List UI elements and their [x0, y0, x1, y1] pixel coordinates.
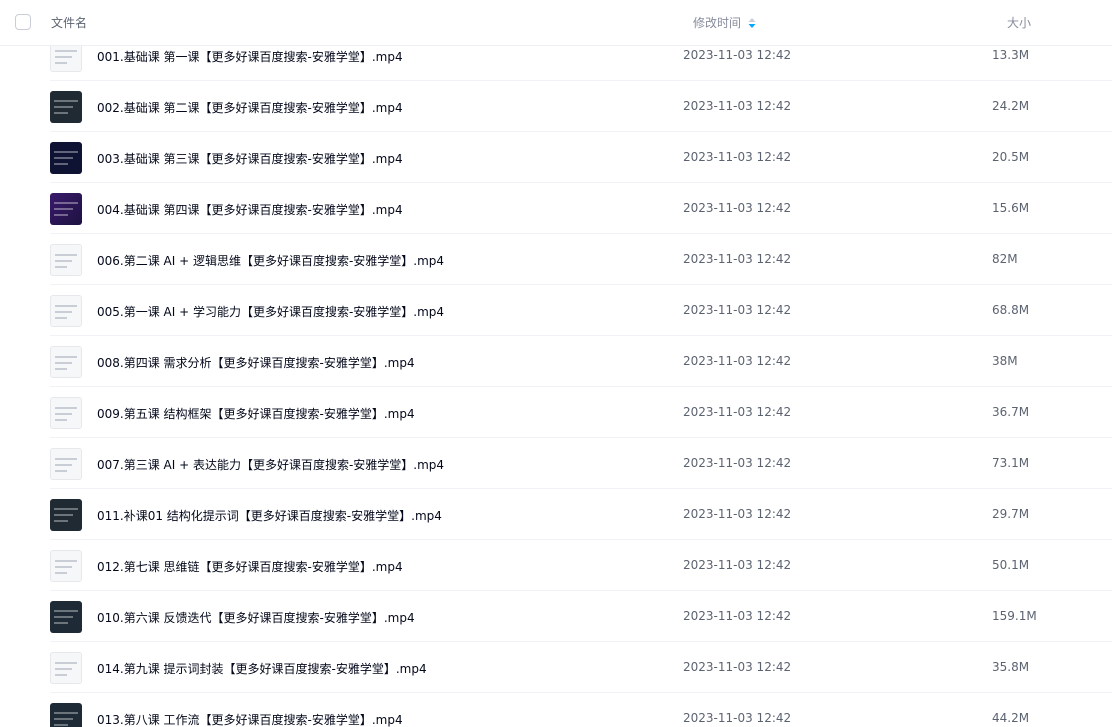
file-size: 29.7M	[992, 507, 1030, 521]
file-modified-time: 2023-11-03 12:42	[683, 252, 792, 266]
file-name[interactable]: 003.基础课 第三课【更多好课百度搜索-安雅学堂】.mp4	[97, 150, 403, 167]
video-thumbnail	[50, 244, 82, 276]
file-size: 20.5M	[992, 150, 1030, 164]
file-size: 36.7M	[992, 405, 1030, 419]
file-modified-time: 2023-11-03 12:42	[683, 660, 792, 674]
file-modified-time: 2023-11-03 12:42	[683, 711, 792, 725]
file-row[interactable]: 012.第七课 思维链【更多好课百度搜索-安雅学堂】.mp4 2023-11-03…	[0, 540, 1112, 591]
file-row[interactable]: 002.基础课 第二课【更多好课百度搜索-安雅学堂】.mp4 2023-11-03…	[0, 81, 1112, 132]
file-size: 82M	[992, 252, 1018, 266]
column-header-time[interactable]: 修改时间	[693, 14, 756, 31]
file-modified-time: 2023-11-03 12:42	[683, 354, 792, 368]
video-thumbnail	[50, 652, 82, 684]
file-name[interactable]: 012.第七课 思维链【更多好课百度搜索-安雅学堂】.mp4	[97, 558, 403, 575]
file-name[interactable]: 014.第九课 提示词封装【更多好课百度搜索-安雅学堂】.mp4	[97, 660, 427, 677]
video-thumbnail	[50, 550, 82, 582]
file-size: 44.2M	[992, 711, 1030, 725]
file-size: 15.6M	[992, 201, 1030, 215]
video-thumbnail	[50, 499, 82, 531]
file-size: 35.8M	[992, 660, 1030, 674]
video-thumbnail	[50, 91, 82, 123]
file-name[interactable]: 005.第一课 AI + 学习能力【更多好课百度搜索-安雅学堂】.mp4	[97, 303, 444, 320]
file-modified-time: 2023-11-03 12:42	[683, 201, 792, 215]
file-name[interactable]: 002.基础课 第二课【更多好课百度搜索-安雅学堂】.mp4	[97, 99, 403, 116]
video-thumbnail	[50, 193, 82, 225]
video-thumbnail	[50, 295, 82, 327]
file-row[interactable]: 005.第一课 AI + 学习能力【更多好课百度搜索-安雅学堂】.mp4 2023…	[0, 285, 1112, 336]
file-row[interactable]: 013.第八课 工作流【更多好课百度搜索-安雅学堂】.mp4 2023-11-03…	[0, 693, 1112, 727]
file-size: 24.2M	[992, 99, 1030, 113]
file-name[interactable]: 013.第八课 工作流【更多好课百度搜索-安雅学堂】.mp4	[97, 711, 403, 727]
file-name[interactable]: 009.第五课 结构框架【更多好课百度搜索-安雅学堂】.mp4	[97, 405, 415, 422]
select-all-checkbox[interactable]	[15, 14, 31, 30]
file-size: 159.1M	[992, 609, 1037, 623]
video-thumbnail	[50, 142, 82, 174]
video-thumbnail	[50, 703, 82, 727]
video-thumbnail	[50, 346, 82, 378]
file-name[interactable]: 008.第四课 需求分析【更多好课百度搜索-安雅学堂】.mp4	[97, 354, 415, 371]
file-name[interactable]: 006.第二课 AI + 逻辑思维【更多好课百度搜索-安雅学堂】.mp4	[97, 252, 444, 269]
file-modified-time: 2023-11-03 12:42	[683, 456, 792, 470]
file-row[interactable]: 006.第二课 AI + 逻辑思维【更多好课百度搜索-安雅学堂】.mp4 2023…	[0, 234, 1112, 285]
file-modified-time: 2023-11-03 12:42	[683, 99, 792, 113]
file-size: 68.8M	[992, 303, 1030, 317]
file-name[interactable]: 004.基础课 第四课【更多好课百度搜索-安雅学堂】.mp4	[97, 201, 403, 218]
video-thumbnail	[50, 448, 82, 480]
file-modified-time: 2023-11-03 12:42	[683, 303, 792, 317]
file-row[interactable]: 010.第六课 反馈迭代【更多好课百度搜索-安雅学堂】.mp4 2023-11-0…	[0, 591, 1112, 642]
file-list-header: 文件名 修改时间 大小	[0, 0, 1112, 46]
file-name[interactable]: 010.第六课 反馈迭代【更多好课百度搜索-安雅学堂】.mp4	[97, 609, 415, 626]
file-modified-time: 2023-11-03 12:42	[683, 150, 792, 164]
file-name[interactable]: 001.基础课 第一课【更多好课百度搜索-安雅学堂】.mp4	[97, 48, 403, 65]
file-modified-time: 2023-11-03 12:42	[683, 507, 792, 521]
file-row[interactable]: 014.第九课 提示词封装【更多好课百度搜索-安雅学堂】.mp4 2023-11-…	[0, 642, 1112, 693]
file-modified-time: 2023-11-03 12:42	[683, 609, 792, 623]
file-name[interactable]: 011.补课01 结构化提示词【更多好课百度搜索-安雅学堂】.mp4	[97, 507, 442, 524]
file-row[interactable]: 009.第五课 结构框架【更多好课百度搜索-安雅学堂】.mp4 2023-11-0…	[0, 387, 1112, 438]
column-header-name[interactable]: 文件名	[51, 14, 87, 31]
column-header-time-label: 修改时间	[693, 16, 742, 30]
file-modified-time: 2023-11-03 12:42	[683, 48, 792, 62]
file-size: 50.1M	[992, 558, 1030, 572]
file-size: 38M	[992, 354, 1018, 368]
column-header-size[interactable]: 大小	[1007, 14, 1031, 31]
file-row[interactable]: 004.基础课 第四课【更多好课百度搜索-安雅学堂】.mp4 2023-11-03…	[0, 183, 1112, 234]
video-thumbnail	[50, 601, 82, 633]
file-size: 13.3M	[992, 48, 1030, 62]
file-row[interactable]: 011.补课01 结构化提示词【更多好课百度搜索-安雅学堂】.mp4 2023-1…	[0, 489, 1112, 540]
file-size: 73.1M	[992, 456, 1030, 470]
file-modified-time: 2023-11-03 12:42	[683, 405, 792, 419]
file-row[interactable]: 003.基础课 第三课【更多好课百度搜索-安雅学堂】.mp4 2023-11-03…	[0, 132, 1112, 183]
file-list: 001.基础课 第一课【更多好课百度搜索-安雅学堂】.mp4 2023-11-03…	[0, 30, 1112, 727]
sort-icon[interactable]	[748, 17, 756, 28]
file-name[interactable]: 007.第三课 AI + 表达能力【更多好课百度搜索-安雅学堂】.mp4	[97, 456, 444, 473]
file-modified-time: 2023-11-03 12:42	[683, 558, 792, 572]
video-thumbnail	[50, 397, 82, 429]
file-row[interactable]: 007.第三课 AI + 表达能力【更多好课百度搜索-安雅学堂】.mp4 2023…	[0, 438, 1112, 489]
file-row[interactable]: 008.第四课 需求分析【更多好课百度搜索-安雅学堂】.mp4 2023-11-0…	[0, 336, 1112, 387]
